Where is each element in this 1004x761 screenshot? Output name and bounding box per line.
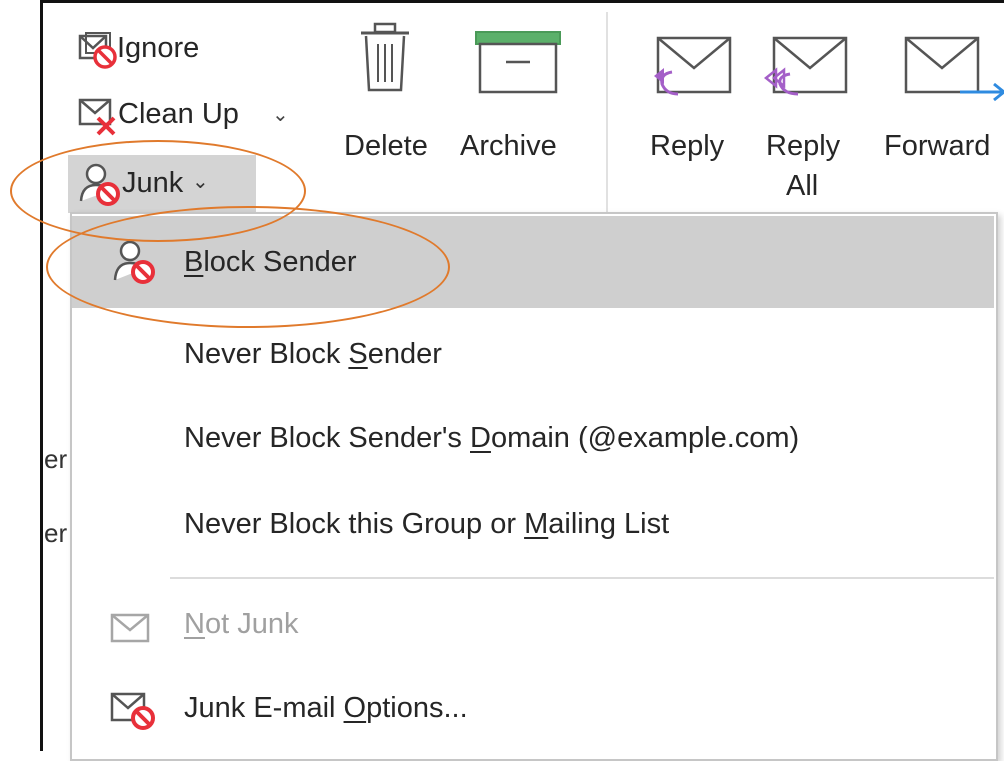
menu-item-block-sender[interactable]: Block Sender [72,216,994,308]
window-left-border [40,0,43,751]
archive-icon [475,31,561,94]
junk-button[interactable]: Junk ⌄ [68,155,256,213]
ignore-button[interactable]: Ignore [76,30,376,72]
menu-item-text: ot Junk [204,608,299,640]
menu-item-mnemonic: B [184,246,204,278]
menu-item-never-block-sender[interactable]: Never Block Sender [72,320,994,394]
menu-item-mnemonic: O [343,692,367,724]
forward-icon [904,36,1004,102]
menu-item-text: Never Block this Group or [184,508,525,540]
background-text-fragment: er [44,444,68,474]
menu-item-mnemonic: N [184,608,205,640]
reply-label: Reply [650,130,725,162]
menu-item-text: Never Block [184,338,349,370]
menu-item-text: omain (@example.com) [490,422,800,454]
ribbon-group-separator [606,12,608,222]
ignore-icon [78,32,117,69]
window-top-border [40,0,1004,3]
ignore-label: Ignore [117,32,200,64]
archive-label: Archive [460,130,557,162]
forward-label: Forward [884,130,991,162]
cleanup-icon [78,98,116,136]
reply-button[interactable]: Reply [640,30,750,200]
menu-item-never-block-group[interactable]: Never Block this Group or Mailing List [72,490,994,564]
not-junk-icon [110,613,150,643]
menu-item-not-junk[interactable]: Not Junk [72,590,994,664]
reply-all-label-line2: All [786,170,819,202]
delete-button[interactable]: Delete [340,22,440,192]
menu-item-mnemonic: D [470,422,491,454]
menu-item-mnemonic: S [348,338,368,370]
forward-button[interactable]: Forward [880,30,1004,200]
chevron-down-icon: ⌄ [272,104,289,126]
menu-separator [170,577,994,579]
menu-item-mnemonic: M [524,508,549,540]
archive-button[interactable]: Archive [456,22,586,192]
menu-item-never-block-domain[interactable]: Never Block Sender's Domain (@example.co… [72,404,994,478]
junk-options-icon [110,692,155,730]
junk-label: Junk [122,167,184,199]
menu-item-text: ender [367,338,442,370]
block-sender-icon [113,240,155,284]
reply-all-icon [763,36,848,96]
menu-item-text: Junk E-mail [184,692,344,724]
reply-all-label-line1: Reply [766,130,841,162]
cleanup-label: Clean Up [118,98,239,130]
reply-all-button[interactable]: Reply All [756,30,876,210]
cleanup-button[interactable]: Clean Up ⌄ [76,94,316,138]
delete-icon [361,22,409,92]
menu-item-text: ailing List [548,508,670,540]
menu-item-junk-email-options[interactable]: Junk E-mail Options... [72,674,994,748]
junk-icon [79,163,120,206]
reply-icon [654,36,732,96]
chevron-down-icon: ⌄ [192,171,209,193]
menu-item-text: ptions... [366,692,468,724]
menu-item-text: Never Block Sender's [184,422,470,454]
background-text-fragment: er [44,518,68,548]
delete-label: Delete [344,130,428,162]
menu-item-text: lock Sender [203,246,357,278]
